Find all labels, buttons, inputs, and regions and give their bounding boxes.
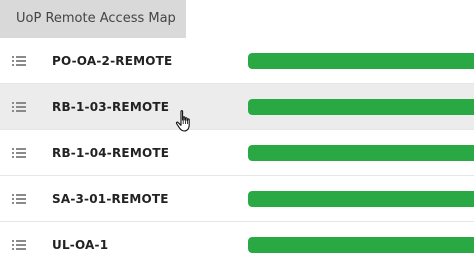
- remote-access-map-view: UoP Remote Access Map PO-OA-2-REMOTE RB-…: [0, 0, 474, 267]
- hand-pointer-icon: [175, 110, 190, 132]
- status-bar: [248, 53, 474, 69]
- top-bar: UoP Remote Access Map: [0, 0, 474, 39]
- status-bar-fill: [248, 191, 474, 207]
- list-icon: [12, 102, 26, 112]
- row-label: RB-1-03-REMOTE: [52, 100, 170, 114]
- list-item[interactable]: SA-3-01-REMOTE: [0, 176, 474, 222]
- row-label: UL-OA-1: [52, 238, 109, 252]
- row-label: SA-3-01-REMOTE: [52, 192, 169, 206]
- status-bar-fill: [248, 53, 474, 69]
- list-icon: [12, 240, 26, 250]
- status-bar: [248, 145, 474, 161]
- list-item[interactable]: RB-1-03-REMOTE: [0, 84, 474, 130]
- row-label: RB-1-04-REMOTE: [52, 146, 170, 160]
- list-item[interactable]: UL-OA-1: [0, 222, 474, 267]
- status-bar-fill: [248, 237, 474, 253]
- list-icon: [12, 194, 26, 204]
- list-item[interactable]: RB-1-04-REMOTE: [0, 130, 474, 176]
- list-item[interactable]: PO-OA-2-REMOTE: [0, 38, 474, 84]
- row-label: PO-OA-2-REMOTE: [52, 54, 173, 68]
- list-icon: [12, 148, 26, 158]
- status-bar: [248, 237, 474, 253]
- status-bar-fill: [248, 145, 474, 161]
- tab-uop-remote-access-map[interactable]: UoP Remote Access Map: [0, 0, 186, 38]
- status-bar: [248, 191, 474, 207]
- list-icon: [12, 56, 26, 66]
- status-bar-fill: [248, 99, 474, 115]
- status-bar: [248, 99, 474, 115]
